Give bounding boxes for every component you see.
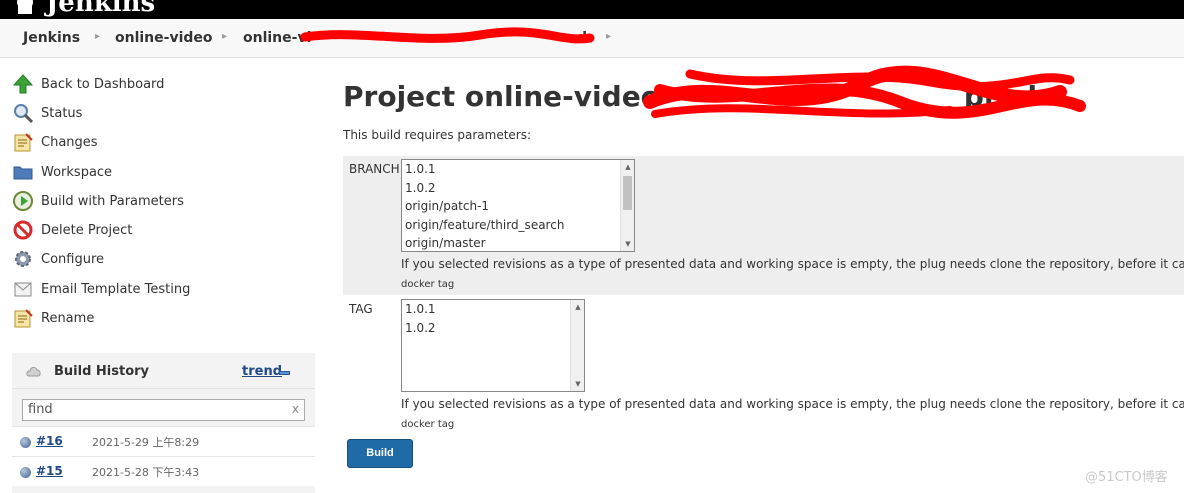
scrollbar[interactable]: ▲ ▼ xyxy=(620,160,634,251)
task-label[interactable]: Back to Dashboard xyxy=(41,77,164,92)
scroll-up-icon[interactable]: ▲ xyxy=(571,300,584,314)
task-email-template-testing[interactable]: Email Template Testing xyxy=(12,277,190,301)
minus-icon[interactable] xyxy=(279,371,290,375)
branch-option[interactable]: origin/patch-1 xyxy=(402,197,634,216)
top-header: Jenkins xyxy=(0,0,1184,19)
trend-link[interactable]: trend xyxy=(242,364,282,379)
branch-option[interactable]: 1.0.1 xyxy=(402,160,634,179)
branch-option[interactable]: 1.0.2 xyxy=(402,179,634,198)
task-build-with-parameters[interactable]: Build with Parameters xyxy=(12,189,184,213)
gear-icon xyxy=(12,248,34,270)
envelope-icon xyxy=(12,278,34,300)
task-label[interactable]: Workspace xyxy=(41,165,112,180)
clear-icon[interactable]: x xyxy=(292,402,299,416)
branch-description: If you selected revisions as a type of p… xyxy=(401,257,1184,271)
no-entry-icon xyxy=(12,219,34,241)
tag-select[interactable]: 1.0.1 1.0.2 ▲ ▼ xyxy=(401,299,585,392)
build-date[interactable]: 2021-5-28 下午3:43 xyxy=(92,464,199,480)
page-title-start: Project online-video xyxy=(343,80,660,113)
redaction-scribble xyxy=(300,27,595,44)
build-history-title: Build History xyxy=(54,364,150,379)
page-title: Project online-video prod xyxy=(343,80,1037,113)
scroll-down-icon[interactable]: ▼ xyxy=(571,377,584,391)
chevron-right-icon: ▸ xyxy=(606,31,612,42)
magnifier-icon xyxy=(12,102,34,124)
breadcrumb-job-suffix[interactable]: d xyxy=(577,30,587,46)
folder-icon xyxy=(12,161,34,183)
task-status[interactable]: Status xyxy=(12,101,82,125)
build-search-input[interactable]: find x xyxy=(22,399,305,421)
tag-description: If you selected revisions as a type of p… xyxy=(401,397,1184,411)
task-label[interactable]: Rename xyxy=(41,311,94,326)
tag-note: docker tag xyxy=(401,419,455,430)
chevron-right-icon: ▸ xyxy=(222,31,228,42)
build-history-header: Build History trend xyxy=(12,353,315,389)
build-number-link[interactable]: #16 xyxy=(36,434,63,448)
tag-option[interactable]: 1.0.1 xyxy=(402,300,584,319)
build-row[interactable]: #15 2021-5-28 下午3:43 xyxy=(12,456,315,486)
parameters-subtitle: This build requires parameters: xyxy=(343,128,532,142)
tag-option[interactable]: 1.0.2 xyxy=(402,319,584,338)
build-button[interactable]: Build xyxy=(347,439,413,468)
task-changes[interactable]: Changes xyxy=(12,130,98,154)
task-label[interactable]: Delete Project xyxy=(41,223,132,238)
task-rename[interactable]: Rename xyxy=(12,306,94,330)
watermark: @51CTO博客 xyxy=(1085,470,1168,485)
scrollbar[interactable]: ▲ ▼ xyxy=(570,300,584,391)
branch-option[interactable]: origin/feature/third_search xyxy=(402,216,634,235)
breadcrumb-job[interactable]: online-vi xyxy=(243,30,311,46)
cloud-icon xyxy=(26,367,41,377)
scroll-thumb[interactable] xyxy=(623,176,632,210)
build-row[interactable]: #16 2021-5-29 上午8:29 xyxy=(12,426,315,456)
page-title-end: prod xyxy=(963,80,1038,113)
breadcrumb-jenkins[interactable]: Jenkins xyxy=(23,30,80,46)
task-workspace[interactable]: Workspace xyxy=(12,160,112,184)
task-back-to-dashboard[interactable]: Back to Dashboard xyxy=(12,72,164,96)
tag-parameter-block: TAG 1.0.1 1.0.2 ▲ ▼ If you selected revi… xyxy=(343,296,1184,436)
status-ball-icon xyxy=(20,467,31,478)
task-configure[interactable]: Configure xyxy=(12,247,104,271)
build-date[interactable]: 2021-5-29 上午8:29 xyxy=(92,434,199,450)
status-ball-icon xyxy=(20,437,31,448)
task-delete-project[interactable]: Delete Project xyxy=(12,218,132,242)
clock-play-icon xyxy=(12,190,34,212)
breadcrumb: Jenkins ▸ online-video ▸ online-vi d ▸ xyxy=(0,19,1184,58)
tag-label: TAG xyxy=(349,302,373,316)
branch-label: BRANCH xyxy=(349,162,400,176)
breadcrumb-online-video[interactable]: online-video xyxy=(115,30,213,46)
jenkins-logo-icon[interactable] xyxy=(14,0,36,14)
brand-name[interactable]: Jenkins xyxy=(46,0,155,18)
scroll-up-icon[interactable]: ▲ xyxy=(621,160,634,174)
build-search-value: find xyxy=(28,402,53,417)
task-label[interactable]: Email Template Testing xyxy=(41,282,190,297)
task-label[interactable]: Status xyxy=(41,106,82,121)
branch-option[interactable]: origin/master xyxy=(402,234,634,251)
scroll-down-icon[interactable]: ▼ xyxy=(621,237,634,251)
branch-note: docker tag xyxy=(401,279,455,290)
notepad-icon xyxy=(12,307,34,329)
build-number-link[interactable]: #15 xyxy=(36,464,63,478)
task-label[interactable]: Build with Parameters xyxy=(41,194,184,209)
branch-select[interactable]: 1.0.1 1.0.2 origin/patch-1 origin/featur… xyxy=(401,159,635,252)
build-history-widget: Build History trend find x #16 2021-5-29… xyxy=(12,353,315,493)
chevron-right-icon: ▸ xyxy=(95,31,101,42)
task-label[interactable]: Changes xyxy=(41,135,98,150)
branch-parameter-block: BRANCH 1.0.1 1.0.2 origin/patch-1 origin… xyxy=(343,156,1184,295)
up-arrow-icon xyxy=(12,73,34,95)
task-label[interactable]: Configure xyxy=(41,252,104,267)
notepad-icon xyxy=(12,131,34,153)
